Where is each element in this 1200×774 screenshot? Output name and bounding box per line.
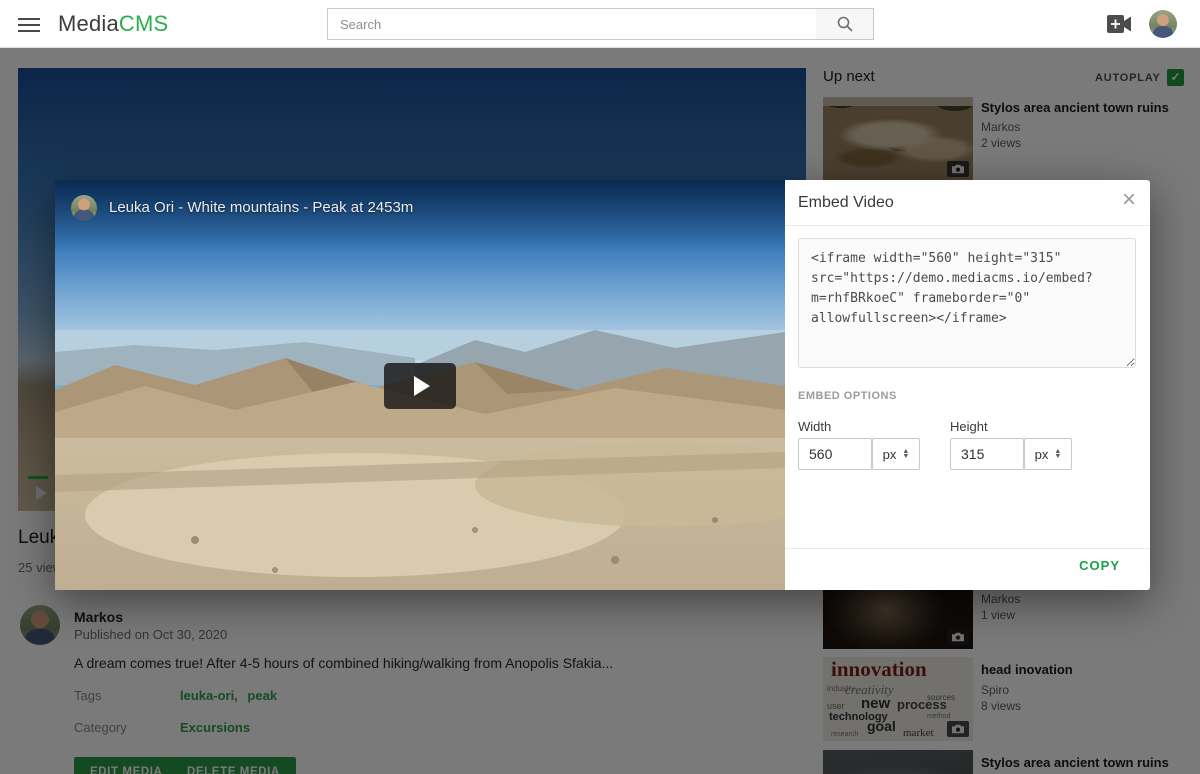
height-label: Height: [950, 419, 988, 434]
embed-preview-player[interactable]: Leuka Ori - White mountains - Peak at 24…: [55, 180, 785, 590]
mediacms-logo[interactable]: MediaCMS: [58, 11, 168, 37]
divider: [785, 548, 1150, 549]
user-avatar[interactable]: [1149, 10, 1177, 38]
modal-title: Embed Video: [798, 194, 894, 212]
height-input[interactable]: [950, 438, 1024, 470]
width-input[interactable]: [798, 438, 872, 470]
player-title[interactable]: Leuka Ori - White mountains - Peak at 24…: [109, 195, 413, 216]
stepper-arrows-icon: ▲▼: [1054, 449, 1061, 459]
width-unit-value: px: [883, 447, 897, 462]
divider: [785, 225, 1150, 226]
video-upload-icon: [1106, 15, 1132, 33]
player-title-overlay: Leuka Ori - White mountains - Peak at 24…: [55, 180, 785, 252]
height-unit-select[interactable]: px ▲▼: [1024, 438, 1072, 470]
hamburger-menu-icon[interactable]: [18, 14, 40, 32]
play-button[interactable]: [384, 363, 456, 409]
logo-text-cms: CMS: [119, 11, 169, 36]
search-input[interactable]: [327, 8, 817, 40]
top-app-bar: MediaCMS: [0, 0, 1200, 48]
height-unit-value: px: [1035, 447, 1049, 462]
close-icon[interactable]: ×: [1122, 186, 1136, 214]
video-upload-button[interactable]: [1106, 15, 1134, 35]
width-unit-select[interactable]: px ▲▼: [872, 438, 920, 470]
search-icon: [836, 15, 854, 33]
logo-text-media: Media: [58, 11, 119, 36]
embed-options-panel: Embed Video × <iframe width="560" height…: [785, 180, 1150, 590]
width-label: Width: [798, 419, 831, 434]
stepper-arrows-icon: ▲▼: [902, 449, 909, 459]
embed-code-textarea[interactable]: <iframe width="560" height="315" src="ht…: [798, 238, 1136, 368]
copy-button[interactable]: COPY: [1079, 558, 1120, 573]
embed-options-label: EMBED OPTIONS: [798, 390, 897, 402]
author-avatar[interactable]: [71, 195, 97, 221]
play-icon: [414, 376, 430, 396]
search-button[interactable]: [816, 8, 874, 40]
embed-video-modal: Leuka Ori - White mountains - Peak at 24…: [55, 180, 1150, 590]
